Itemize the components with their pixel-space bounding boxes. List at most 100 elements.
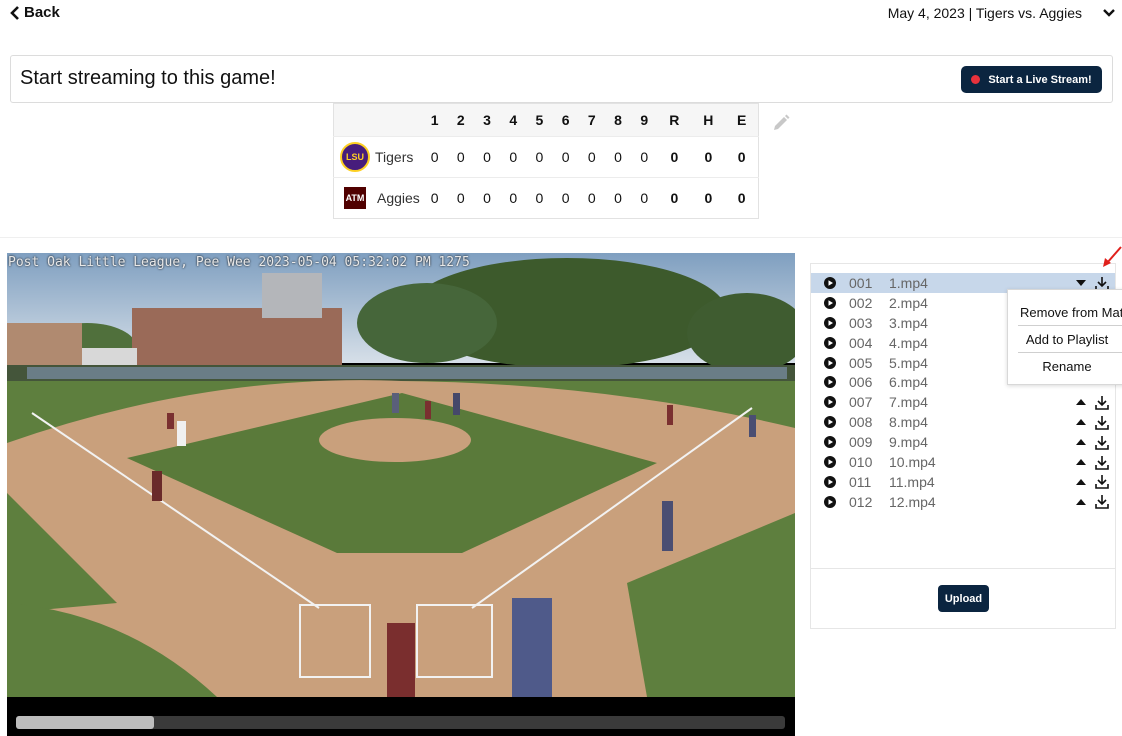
runs-total: 0: [670, 190, 679, 206]
video-player[interactable]: Post Oak Little League, Pee Wee 2023-05-…: [7, 253, 795, 736]
file-name: 9.mp4: [889, 434, 928, 451]
hits-total: 0: [704, 149, 713, 165]
download-icon[interactable]: [1095, 455, 1109, 470]
game-selector[interactable]: May 4, 2023 | Tigers vs. Aggies: [888, 5, 1116, 21]
inning-score: 0: [456, 190, 465, 206]
team-cell: ATM Aggies: [334, 178, 422, 219]
column-header: H: [703, 112, 714, 128]
file-row[interactable]: 012 12.mp4: [811, 492, 1115, 512]
play-icon[interactable]: [824, 436, 836, 449]
upload-button[interactable]: Upload: [938, 585, 989, 612]
inning-score: 0: [535, 149, 544, 165]
team-name: Tigers: [375, 149, 414, 165]
inning-score: 0: [561, 190, 570, 206]
inning-score: 0: [587, 149, 596, 165]
inning-score: 0: [430, 149, 439, 165]
download-icon[interactable]: [1095, 474, 1109, 490]
play-icon[interactable]: [824, 296, 836, 309]
file-name: 5.mp4: [889, 354, 928, 371]
file-row[interactable]: 011 11.mp4: [811, 472, 1115, 492]
upload-divider: [811, 568, 1115, 569]
file-number: 006: [849, 374, 873, 391]
rename-menu-item[interactable]: Rename: [1008, 353, 1122, 379]
add-to-playlist-menu-item[interactable]: Add to Playlist: [1008, 326, 1122, 352]
file-row-controls: [1075, 432, 1109, 452]
chevron-left-icon: [10, 5, 19, 20]
file-name: 4.mp4: [889, 334, 928, 351]
hits-total: 0: [704, 190, 713, 206]
file-row[interactable]: 007 7.mp4: [811, 392, 1115, 412]
tigers-logo: LSU: [340, 142, 370, 172]
download-icon[interactable]: [1095, 395, 1109, 410]
file-row[interactable]: 010 10.mp4: [811, 452, 1115, 472]
play-icon[interactable]: [824, 495, 836, 508]
back-button[interactable]: Back: [10, 4, 60, 21]
inning-score: 0: [483, 149, 491, 165]
file-number: 001: [849, 274, 873, 291]
file-name: 8.mp4: [889, 414, 928, 431]
file-name: 10.mp4: [889, 453, 936, 470]
file-row-controls: [1075, 392, 1109, 412]
file-number: 004: [849, 334, 873, 351]
file-name: 11.mp4: [889, 473, 935, 490]
caret-up-icon[interactable]: [1075, 458, 1087, 466]
file-name: 7.mp4: [889, 394, 928, 411]
play-icon[interactable]: [824, 356, 836, 369]
caret-down-icon[interactable]: [1075, 279, 1087, 287]
file-number: 012: [849, 493, 873, 510]
game-selector-label: May 4, 2023 | Tigers vs. Aggies: [887, 5, 1082, 21]
caret-up-icon[interactable]: [1075, 438, 1087, 446]
column-header: R: [669, 112, 680, 128]
inning-score: 0: [614, 149, 622, 165]
column-header: 1: [430, 112, 439, 128]
download-icon[interactable]: [1095, 415, 1109, 430]
top-bar: Back May 4, 2023 | Tigers vs. Aggies: [0, 0, 1122, 28]
play-icon[interactable]: [824, 376, 836, 389]
team-header: [334, 104, 422, 137]
start-live-stream-label: Start a Live Stream!: [988, 73, 1092, 86]
download-icon[interactable]: [1095, 494, 1109, 510]
download-icon[interactable]: [1095, 435, 1109, 450]
file-number: 008: [849, 414, 873, 431]
remove-from-match-menu-item[interactable]: Remove from Match: [1008, 299, 1122, 325]
file-row[interactable]: 009 9.mp4: [811, 432, 1115, 452]
inning-score: 0: [509, 190, 518, 206]
start-live-stream-button[interactable]: Start a Live Stream!: [961, 66, 1102, 93]
inning-score: 0: [509, 149, 518, 165]
back-label: Back: [24, 4, 60, 21]
aggies-logo: ATM: [344, 187, 366, 209]
file-name: 12.mp4: [889, 493, 936, 510]
play-icon[interactable]: [824, 276, 836, 289]
stream-prompt: Start streaming to this game!: [20, 67, 276, 89]
play-icon[interactable]: [824, 455, 836, 468]
play-icon[interactable]: [824, 316, 836, 329]
inning-score: 0: [535, 190, 544, 206]
column-header: 9: [640, 112, 649, 128]
scoreboard-header-row: 1 2 3 4 5 6 7 8 9 R H E: [333, 103, 759, 137]
caret-up-icon[interactable]: [1075, 478, 1087, 486]
stream-banner: Start streaming to this game! Start a Li…: [10, 55, 1113, 103]
file-number: 010: [849, 453, 873, 470]
file-row-controls: [1075, 492, 1109, 512]
team-row-aggies: ATM Aggies 0 0 0 0 0 0 0 0 0 0 0 0: [333, 177, 759, 219]
inning-score: 0: [561, 149, 570, 165]
file-name: 2.mp4: [889, 294, 928, 311]
column-header: 4: [509, 112, 518, 128]
file-number: 002: [849, 294, 873, 311]
file-row[interactable]: 008 8.mp4: [811, 412, 1115, 432]
play-icon[interactable]: [824, 336, 836, 349]
video-progress-fill: [16, 716, 155, 729]
file-number: 011: [849, 473, 872, 490]
caret-up-icon[interactable]: [1075, 398, 1087, 406]
play-icon[interactable]: [824, 416, 836, 429]
file-row-controls: [1075, 452, 1109, 472]
play-icon[interactable]: [824, 396, 836, 409]
caret-up-icon[interactable]: [1075, 498, 1087, 506]
errors-total: 0: [737, 190, 746, 206]
caret-up-icon[interactable]: [1075, 418, 1087, 426]
inning-score: 0: [640, 149, 649, 165]
column-header: E: [737, 112, 747, 128]
pencil-icon[interactable]: [771, 113, 791, 133]
video-scrubber[interactable]: [16, 716, 785, 729]
play-icon[interactable]: [824, 475, 836, 488]
